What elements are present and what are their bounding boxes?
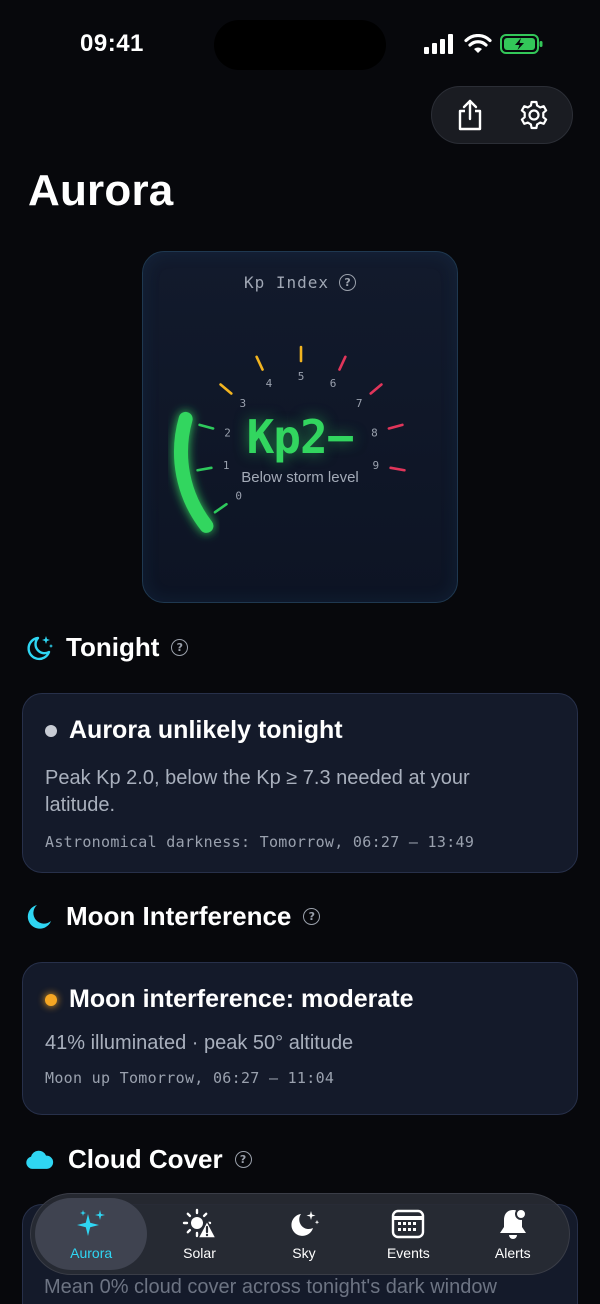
moon-icon bbox=[24, 902, 54, 932]
tab-solar[interactable]: Solar bbox=[147, 1198, 251, 1270]
moon-status-row: Moon interference: moderate bbox=[45, 985, 555, 1014]
kp-value: Kp2− bbox=[246, 410, 355, 464]
moon-card: Moon interference: moderate 41% illumina… bbox=[22, 962, 578, 1115]
gauge-tick bbox=[338, 355, 347, 371]
gauge-tick-label: 7 bbox=[356, 397, 363, 410]
status-icons bbox=[424, 32, 544, 56]
share-button[interactable] bbox=[445, 90, 495, 140]
cloud-help-icon[interactable]: ? bbox=[234, 1151, 252, 1168]
share-icon bbox=[458, 99, 482, 131]
sparkles-icon bbox=[73, 1207, 109, 1241]
bell-icon bbox=[495, 1207, 531, 1241]
cloud-body: Mean 0% cloud cover across tonight's dar… bbox=[44, 1276, 497, 1298]
gauge-tick bbox=[369, 383, 383, 395]
calendar-icon bbox=[390, 1207, 426, 1241]
tab-aurora[interactable]: Aurora bbox=[35, 1198, 148, 1270]
wifi-icon bbox=[464, 34, 492, 53]
tab-label: Aurora bbox=[70, 1245, 113, 1261]
cloud-icon bbox=[24, 1145, 54, 1175]
gauge-tick-label: 4 bbox=[266, 377, 273, 390]
section-header-cloud: Cloud Cover ? bbox=[24, 1144, 252, 1175]
gauge-tick bbox=[255, 355, 264, 371]
tonight-body: Peak Kp 2.0, below the Kp ≥ 7.3 needed a… bbox=[45, 767, 470, 816]
gauge-tick bbox=[213, 502, 228, 514]
kp-help-icon[interactable]: ? bbox=[339, 274, 357, 291]
dynamic-island bbox=[214, 20, 386, 70]
moon-body: 41% illuminated · peak 50° altitude bbox=[45, 1032, 354, 1054]
tab-events[interactable]: Events bbox=[356, 1198, 460, 1270]
kp-header: Kp Index ? bbox=[0, 273, 600, 292]
battery-charging-icon bbox=[500, 34, 543, 54]
gauge-tick-label: 6 bbox=[330, 377, 337, 390]
gear-icon bbox=[520, 100, 548, 130]
settings-button[interactable] bbox=[509, 90, 559, 140]
top-action-bar bbox=[431, 86, 573, 144]
status-bar: 09:41 bbox=[0, 0, 600, 90]
cellular-signal-icon bbox=[424, 34, 453, 54]
gauge-tick-label: 5 bbox=[298, 370, 305, 383]
section-header-moon: Moon Interference ? bbox=[24, 901, 321, 932]
moon-stars-icon bbox=[286, 1207, 322, 1241]
status-dot bbox=[45, 993, 57, 1006]
tonight-darkness-window: Astronomical darkness: Tomorrow, 06:27 —… bbox=[45, 833, 475, 851]
tab-label: Sky bbox=[292, 1245, 316, 1261]
section-header-tonight: Tonight ? bbox=[24, 632, 189, 663]
tonight-card: Aurora unlikely tonight Peak Kp 2.0, bel… bbox=[22, 693, 578, 873]
status-time: 09:41 bbox=[80, 30, 144, 57]
kp-description: Below storm level bbox=[241, 469, 359, 486]
gauge-tick-label: 3 bbox=[239, 397, 246, 410]
tonight-status: Aurora unlikely tonight bbox=[69, 716, 343, 744]
section-title-tonight: Tonight bbox=[66, 632, 160, 662]
tab-sky[interactable]: Sky bbox=[252, 1198, 356, 1270]
tab-label: Solar bbox=[183, 1245, 216, 1261]
page-title: Aurora bbox=[28, 166, 174, 215]
tab-bar: Aurora Solar Sky Events Alerts bbox=[30, 1193, 570, 1275]
moon-status: Moon interference: moderate bbox=[69, 985, 414, 1013]
moon-up-window: Moon up Tomorrow, 06:27 — 11:04 bbox=[45, 1069, 335, 1087]
tab-label: Alerts bbox=[494, 1245, 531, 1261]
gauge-tick-label: 0 bbox=[235, 490, 242, 503]
moon-stars-icon bbox=[24, 633, 54, 663]
section-title-cloud: Cloud Cover bbox=[68, 1144, 223, 1174]
tab-alerts[interactable]: Alerts bbox=[461, 1198, 565, 1270]
kp-index-label: Kp Index bbox=[243, 273, 330, 292]
sun-warning-icon bbox=[182, 1207, 218, 1241]
section-title-moon: Moon Interference bbox=[66, 901, 292, 931]
tonight-status-row: Aurora unlikely tonight bbox=[45, 716, 555, 745]
tab-label: Events bbox=[386, 1245, 430, 1261]
gauge-tick bbox=[219, 383, 233, 395]
moon-help-icon[interactable]: ? bbox=[303, 908, 321, 925]
tonight-help-icon[interactable]: ? bbox=[171, 639, 189, 656]
status-dot bbox=[45, 724, 57, 737]
